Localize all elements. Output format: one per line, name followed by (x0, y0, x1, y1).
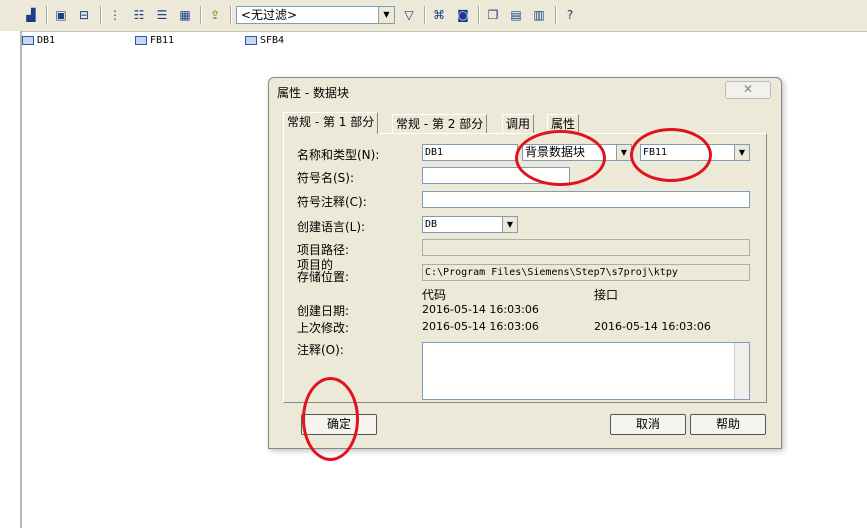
window-tile-h-icon[interactable]: ▤ (507, 6, 525, 24)
toolbar-separator (478, 6, 480, 24)
block-type-select[interactable]: 背景数据块 ▼ (522, 144, 632, 161)
tab-general-part-1[interactable]: 常规 - 第 1 部分 (283, 112, 379, 134)
left-pane (0, 31, 22, 528)
object-name: FB11 (150, 34, 175, 46)
ok-button[interactable]: 确定 (301, 414, 377, 435)
tab-attributes[interactable]: 属性 (547, 114, 580, 133)
symbol-name-label: 符号名(S): (297, 171, 355, 185)
window-cascade-icon[interactable]: ❐ (484, 6, 502, 24)
language-value: DB (425, 219, 438, 230)
comment-label: 注释(O): (297, 343, 344, 357)
object-item[interactable]: DB1 (22, 33, 55, 47)
details-icon[interactable]: ☷ (130, 6, 148, 24)
comment-textarea[interactable] (422, 342, 750, 400)
chevron-down-icon[interactable]: ▼ (734, 145, 749, 160)
tab-calls[interactable]: 调用 (502, 114, 535, 133)
created-label: 创建日期: (297, 304, 350, 318)
navigate-up-icon[interactable]: ⇪ (206, 6, 224, 24)
network-icon[interactable]: ▟ (22, 6, 40, 24)
comment-scrollbar[interactable] (734, 343, 749, 399)
function-block-icon (135, 35, 147, 45)
instance-fb-value: FB11 (643, 147, 668, 158)
interface-header: 接口 (594, 288, 619, 302)
instance-fb-select[interactable]: FB11 ▼ (640, 144, 750, 161)
dialog-titlebar[interactable]: 属性 - 数据块 ✕ (269, 78, 779, 104)
toolbar-separator (200, 6, 202, 24)
list-view-icon[interactable]: ▦ (176, 6, 194, 24)
chevron-down-icon[interactable]: ▼ (378, 7, 394, 23)
toolbar: ▟ ▣ ⊟ ⋮ ☷ ☰ ▦ ⇪ <无过滤> ▼ ▽ ⌘ ◙ ❐ ▤ ▥ ? (0, 0, 867, 32)
object-item[interactable]: SFB4 (245, 33, 284, 47)
storage-location-field: C:\Program Files\Siemens\Step7\s7proj\kt… (422, 264, 750, 281)
dialog-title: 属性 - 数据块 (277, 86, 349, 100)
chevron-down-icon[interactable]: ▼ (616, 145, 631, 160)
storage-location-value: C:\Program Files\Siemens\Step7\s7proj\kt… (425, 267, 678, 278)
filter-value: <无过滤> (241, 8, 298, 22)
modified-code-value: 2016-05-14 16:03:06 (422, 320, 539, 333)
help-button[interactable]: 帮助 (690, 414, 766, 435)
simulation-icon[interactable]: ◙ (454, 6, 472, 24)
filter-icon[interactable]: ▽ (400, 6, 418, 24)
name-type-label: 名称和类型(N): (297, 148, 380, 162)
chevron-down-icon[interactable]: ▼ (502, 217, 517, 232)
object-item[interactable]: FB11 (135, 33, 174, 47)
language-select[interactable]: DB ▼ (422, 216, 518, 233)
name-value: DB1 (425, 147, 444, 158)
block-type-value: 背景数据块 (525, 145, 586, 159)
created-code-value: 2016-05-14 16:03:06 (422, 303, 539, 316)
tab-general-part-2[interactable]: 常规 - 第 2 部分 (392, 114, 488, 133)
modified-label: 上次修改: (297, 321, 350, 335)
object-name: DB1 (37, 34, 56, 46)
window-tile-v-icon[interactable]: ▥ (530, 6, 548, 24)
toolbar-separator (424, 6, 426, 24)
filter-select[interactable]: <无过滤> ▼ (236, 6, 395, 24)
project-path-field (422, 239, 750, 256)
large-icons-icon[interactable]: ☰ (153, 6, 171, 24)
toolbar-separator (46, 6, 48, 24)
close-button[interactable]: ✕ (725, 81, 771, 99)
toolbar-separator (230, 6, 232, 24)
symbol-comment-label: 符号注释(C): (297, 195, 367, 209)
storage-label-2: 存储位置: (297, 270, 350, 284)
module-icon[interactable]: ▣ (52, 6, 70, 24)
help-icon[interactable]: ? (561, 6, 579, 24)
code-header: 代码 (422, 288, 447, 302)
data-block-icon (22, 35, 34, 45)
symbol-name-input[interactable] (422, 167, 570, 184)
object-name: SFB4 (260, 34, 285, 46)
toolbar-separator (100, 6, 102, 24)
symbol-comment-input[interactable] (422, 191, 750, 208)
system-function-block-icon (245, 35, 257, 45)
properties-dialog: 属性 - 数据块 ✕ 常规 - 第 1 部分 常规 - 第 2 部分 调用 属性… (268, 77, 782, 449)
cancel-button[interactable]: 取消 (610, 414, 686, 435)
tree-icon[interactable]: ⊟ (75, 6, 93, 24)
modified-interface-value: 2016-05-14 16:03:06 (594, 320, 711, 333)
toolbar-separator (555, 6, 557, 24)
language-label: 创建语言(L): (297, 220, 366, 234)
accessible-nodes-icon[interactable]: ⌘ (430, 6, 448, 24)
name-input[interactable]: DB1 (422, 144, 518, 161)
list-icon[interactable]: ⋮ (106, 6, 124, 24)
